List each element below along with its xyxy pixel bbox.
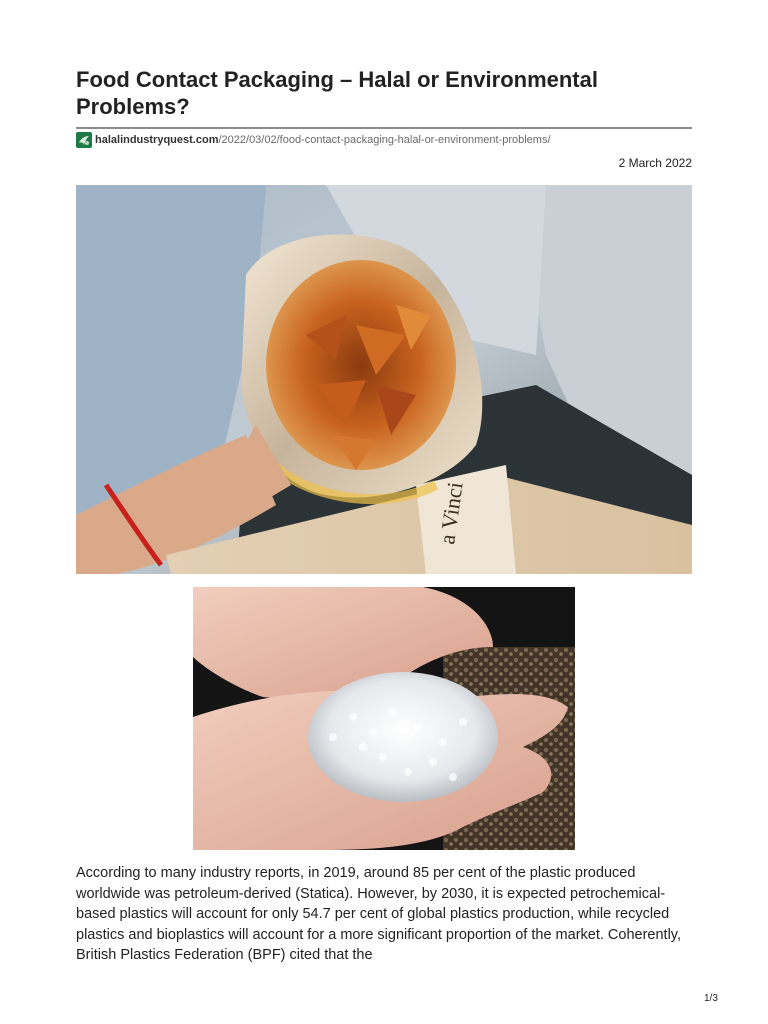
plastic-pellets-photo <box>193 587 575 850</box>
source-url-row[interactable]: halalindustryquest.com/2022/03/02/food-c… <box>76 131 551 149</box>
source-domain-link[interactable]: halalindustryquest.com <box>95 134 218 146</box>
site-logo-icon <box>76 132 92 148</box>
page-title: Food Contact Packaging – Halal or Enviro… <box>76 67 598 119</box>
source-path-link[interactable]: /2022/03/02/food-contact-packaging-halal… <box>218 134 550 146</box>
publish-date: 2 March 2022 <box>618 156 692 170</box>
chips-bag-photo: a Vinci <box>76 185 692 574</box>
title-divider <box>76 127 692 129</box>
page-number: 1/3 <box>704 993 718 1004</box>
article-paragraph: According to many industry reports, in 2… <box>76 865 681 963</box>
